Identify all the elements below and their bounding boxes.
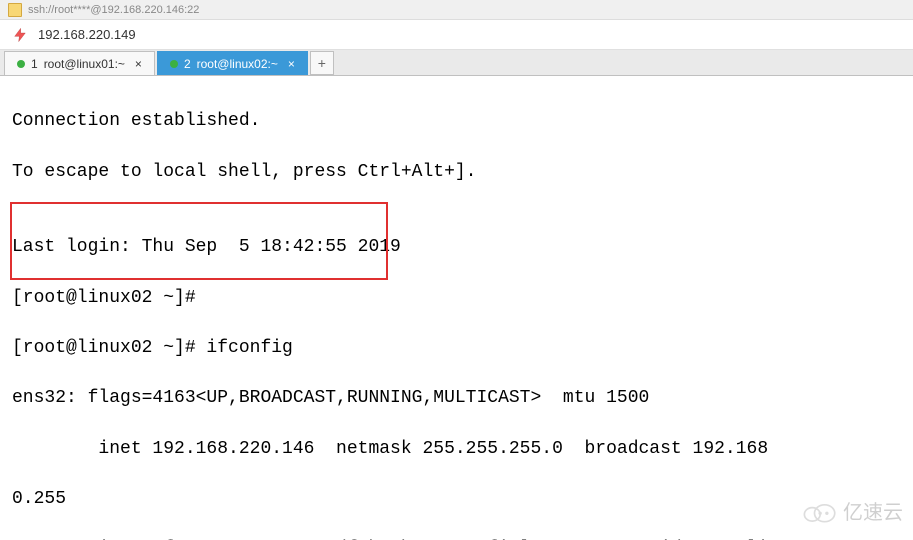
terminal-output[interactable]: Connection established. To escape to loc… bbox=[0, 76, 913, 540]
close-icon[interactable]: × bbox=[288, 57, 295, 71]
status-dot-icon bbox=[170, 60, 178, 68]
terminal-line: ens32: flags=4163<UP,BROADCAST,RUNNING,M… bbox=[12, 386, 901, 411]
title-bar: ssh://root****@192.168.220.146:22 bbox=[0, 0, 913, 20]
tab-1[interactable]: 1 root@linux01:~ × bbox=[4, 51, 155, 75]
terminal-line: 0.255 bbox=[12, 487, 901, 512]
quick-connect-bar: 192.168.220.149 bbox=[0, 20, 913, 50]
tabs-bar: 1 root@linux01:~ × 2 root@linux02:~ × + bbox=[0, 50, 913, 76]
tab-number: 2 bbox=[184, 57, 191, 71]
folder-icon bbox=[8, 3, 22, 17]
terminal-line: Connection established. bbox=[12, 109, 901, 134]
title-bar-text: ssh://root****@192.168.220.146:22 bbox=[28, 4, 199, 16]
terminal-line: [root@linux02 ~]# ifconfig bbox=[12, 336, 901, 361]
tab-label: root@linux02:~ bbox=[197, 57, 278, 71]
tab-2[interactable]: 2 root@linux02:~ × bbox=[157, 51, 308, 75]
status-dot-icon bbox=[17, 60, 25, 68]
add-tab-button[interactable]: + bbox=[310, 51, 334, 75]
terminal-line: Last login: Thu Sep 5 18:42:55 2019 bbox=[12, 235, 901, 260]
watermark-text: 亿速云 bbox=[843, 496, 903, 525]
cloud-icon bbox=[801, 499, 837, 523]
tab-number: 1 bbox=[31, 57, 38, 71]
terminal-line: [root@linux02 ~]# bbox=[12, 286, 901, 311]
bolt-icon[interactable] bbox=[12, 27, 28, 43]
close-icon[interactable]: × bbox=[135, 57, 142, 71]
tab-label: root@linux01:~ bbox=[44, 57, 125, 71]
address-text: 192.168.220.149 bbox=[38, 27, 136, 42]
terminal-line: To escape to local shell, press Ctrl+Alt… bbox=[12, 160, 901, 185]
terminal-line: inet 192.168.220.146 netmask 255.255.255… bbox=[12, 437, 901, 462]
watermark: 亿速云 bbox=[801, 496, 903, 525]
